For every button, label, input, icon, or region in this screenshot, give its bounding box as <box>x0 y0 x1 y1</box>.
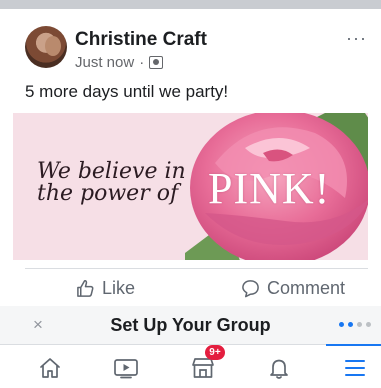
like-label: Like <box>102 278 136 298</box>
slogan-line-2: the power of <box>37 181 179 206</box>
meta-separator: · <box>139 54 145 71</box>
bottom-tab-bar: 9+ <box>0 344 381 388</box>
comment-button[interactable]: Comment <box>241 278 345 299</box>
author-name[interactable]: Christine Craft <box>75 29 207 51</box>
post-text: 5 more days until we party! <box>25 82 229 101</box>
tab-home[interactable] <box>34 353 66 383</box>
setup-group-bar[interactable]: × Set Up Your Group <box>0 306 381 344</box>
video-icon <box>114 359 138 379</box>
progress-dot <box>348 322 353 327</box>
comment-label: Comment <box>267 278 346 298</box>
thumbs-up-icon <box>77 280 94 297</box>
like-button[interactable]: Like <box>76 278 135 299</box>
bell-icon <box>270 359 288 379</box>
post-meta: Just now · <box>75 54 164 71</box>
setup-group-title[interactable]: Set Up Your Group <box>0 315 381 336</box>
banner-highlight: PINK! <box>208 164 331 213</box>
progress-dot <box>357 322 362 327</box>
group-icon <box>149 56 164 69</box>
tab-notifications[interactable] <box>263 353 295 383</box>
tab-watch[interactable] <box>110 353 142 383</box>
banner-slogan: We believe in the power of <box>37 161 186 205</box>
progress-dot <box>339 322 344 327</box>
top-separator-bar <box>0 0 381 9</box>
setup-progress-indicator <box>339 322 371 327</box>
more-options-button[interactable]: ··· <box>346 28 367 49</box>
home-icon <box>40 358 60 378</box>
comment-icon <box>242 280 259 298</box>
post-header: Christine Craft Just now · ··· <box>0 24 381 72</box>
post-image[interactable]: We believe in the power of PINK! <box>13 113 368 260</box>
post-timestamp[interactable]: Just now <box>75 54 134 71</box>
post-actions: Like Comment <box>0 278 381 304</box>
slogan-line-1: We believe in <box>37 159 186 184</box>
menu-icon <box>345 360 365 376</box>
tab-marketplace[interactable]: 9+ <box>187 345 225 383</box>
action-divider <box>25 268 368 269</box>
tab-menu[interactable] <box>326 344 381 383</box>
notification-badge: 9+ <box>205 345 225 360</box>
progress-dot <box>366 322 371 327</box>
avatar[interactable] <box>25 26 67 68</box>
